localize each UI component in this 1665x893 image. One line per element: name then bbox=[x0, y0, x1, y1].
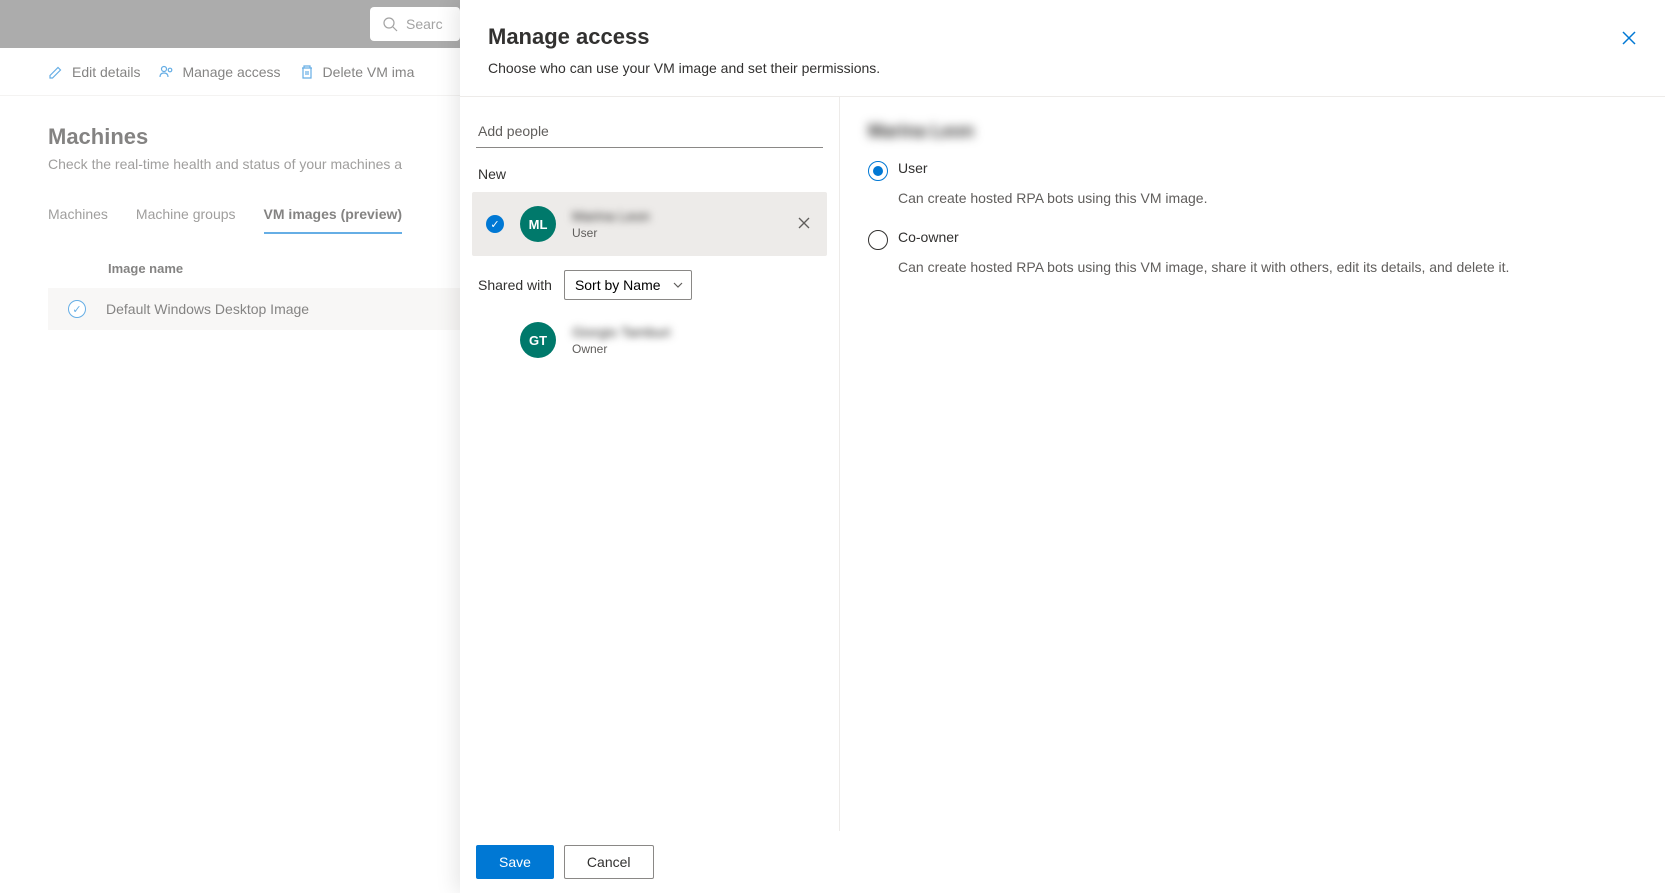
person-role: User bbox=[572, 226, 781, 240]
avatar: GT bbox=[520, 322, 556, 358]
sort-select[interactable]: Sort by Name bbox=[564, 270, 692, 300]
shared-with-row: Shared with Sort by Name bbox=[472, 256, 827, 308]
new-section-label: New bbox=[472, 166, 827, 182]
panel-subtitle: Choose who can use your VM image and set… bbox=[488, 60, 1637, 76]
panel-footer: Save Cancel bbox=[460, 831, 1665, 893]
panel-body: Add people New ✓ ML Marina Leon User bbox=[460, 97, 1665, 831]
shared-with-label: Shared with bbox=[478, 277, 552, 293]
tab-machine-groups[interactable]: Machine groups bbox=[136, 196, 236, 234]
trash-icon bbox=[299, 64, 315, 80]
edit-details-label: Edit details bbox=[72, 64, 140, 80]
row-checkmark-icon[interactable]: ✓ bbox=[68, 300, 86, 318]
person-name: Marina Leon bbox=[572, 208, 781, 224]
shared-person-row[interactable]: GT Giorgio Tamburi Owner bbox=[472, 308, 827, 372]
tab-vm-images[interactable]: VM images (preview) bbox=[264, 196, 403, 234]
panel-right: Marina Leon User Can create hosted RPA b… bbox=[840, 97, 1665, 831]
pencil-icon bbox=[48, 64, 64, 80]
save-button[interactable]: Save bbox=[476, 845, 554, 879]
cancel-button[interactable]: Cancel bbox=[564, 845, 654, 879]
panel-left: Add people New ✓ ML Marina Leon User bbox=[460, 97, 840, 831]
selected-person-heading: Marina Leon bbox=[868, 121, 1637, 142]
permission-user-label: User bbox=[898, 160, 928, 176]
sort-wrapper: Sort by Name bbox=[564, 270, 692, 300]
delete-vm-image-label: Delete VM ima bbox=[323, 64, 415, 80]
row-image-name: Default Windows Desktop Image bbox=[106, 301, 309, 317]
person-name: Giorgio Tamburi bbox=[572, 324, 813, 340]
close-button[interactable] bbox=[1617, 26, 1641, 50]
panel-title: Manage access bbox=[488, 24, 1637, 50]
permission-user-desc: Can create hosted RPA bots using this VM… bbox=[898, 189, 1637, 209]
search-icon bbox=[382, 16, 398, 32]
people-icon bbox=[158, 64, 174, 80]
search-placeholder: Searc bbox=[406, 16, 443, 32]
manage-access-panel: Manage access Choose who can use your VM… bbox=[460, 0, 1665, 893]
close-icon bbox=[1621, 30, 1637, 46]
permission-user-option[interactable]: User bbox=[868, 160, 1637, 181]
person-selected-check-icon: ✓ bbox=[486, 215, 504, 233]
remove-x-icon bbox=[797, 216, 811, 230]
panel-header: Manage access Choose who can use your VM… bbox=[460, 0, 1665, 97]
manage-access-label: Manage access bbox=[182, 64, 280, 80]
person-role: Owner bbox=[572, 342, 813, 356]
new-person-row[interactable]: ✓ ML Marina Leon User bbox=[472, 192, 827, 256]
radio-unchecked-icon bbox=[868, 230, 888, 250]
person-info: Giorgio Tamburi Owner bbox=[572, 324, 813, 356]
person-info: Marina Leon User bbox=[572, 208, 781, 240]
radio-checked-icon bbox=[868, 161, 888, 181]
permission-coowner-option[interactable]: Co-owner bbox=[868, 229, 1637, 250]
delete-vm-image-button[interactable]: Delete VM ima bbox=[299, 64, 415, 80]
search-box[interactable]: Searc bbox=[370, 7, 460, 41]
add-people-input[interactable]: Add people bbox=[476, 115, 823, 148]
permission-coowner-desc: Can create hosted RPA bots using this VM… bbox=[898, 258, 1637, 278]
remove-person-button[interactable] bbox=[797, 216, 813, 232]
avatar: ML bbox=[520, 206, 556, 242]
tab-machines[interactable]: Machines bbox=[48, 196, 108, 234]
manage-access-button[interactable]: Manage access bbox=[158, 64, 280, 80]
edit-details-button[interactable]: Edit details bbox=[48, 64, 140, 80]
permission-coowner-label: Co-owner bbox=[898, 229, 959, 245]
